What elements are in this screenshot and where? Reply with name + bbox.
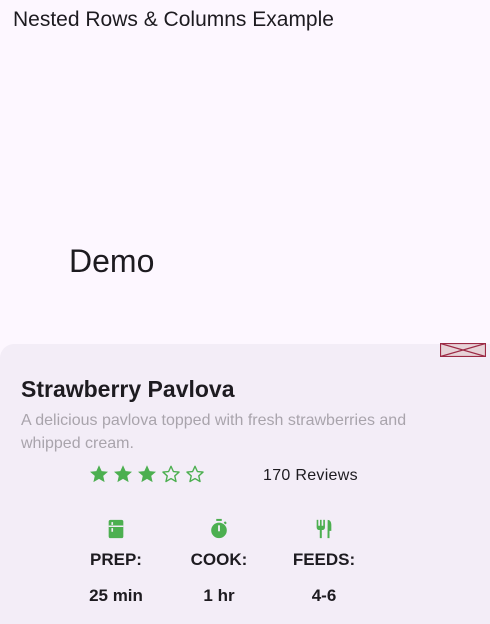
reviews-count: 170 Reviews (263, 467, 358, 484)
cook-value: 1 hr (203, 586, 235, 605)
star-filled-icon (114, 465, 132, 483)
recipe-description: A delicious pavlova topped with fresh st… (21, 412, 407, 452)
star-filled-icon (90, 465, 108, 483)
broken-image-icon (440, 343, 486, 357)
restaurant-icon (316, 519, 332, 539)
demo-heading: Demo (69, 243, 155, 279)
prep-label: PREP: (90, 550, 142, 569)
cook-stat: COOK: 1 hr (164, 518, 274, 606)
app-title: Nested Rows & Columns Example (13, 8, 334, 31)
star-filled-icon (138, 465, 156, 483)
feeds-value: 4-6 (311, 586, 337, 605)
star-outline-icon (186, 465, 204, 483)
recipe-title: Strawberry Pavlova (21, 376, 235, 402)
prep-stat: PREP: 25 min (61, 518, 171, 606)
kitchen-icon (108, 519, 124, 539)
feeds-stat: FEEDS: 4-6 (269, 518, 379, 606)
timer-icon (211, 518, 227, 539)
cook-label: COOK: (190, 550, 248, 569)
rating-stars (88, 463, 206, 485)
prep-value: 25 min (89, 586, 143, 605)
feeds-label: FEEDS: (292, 550, 356, 569)
star-outline-icon (162, 465, 180, 483)
